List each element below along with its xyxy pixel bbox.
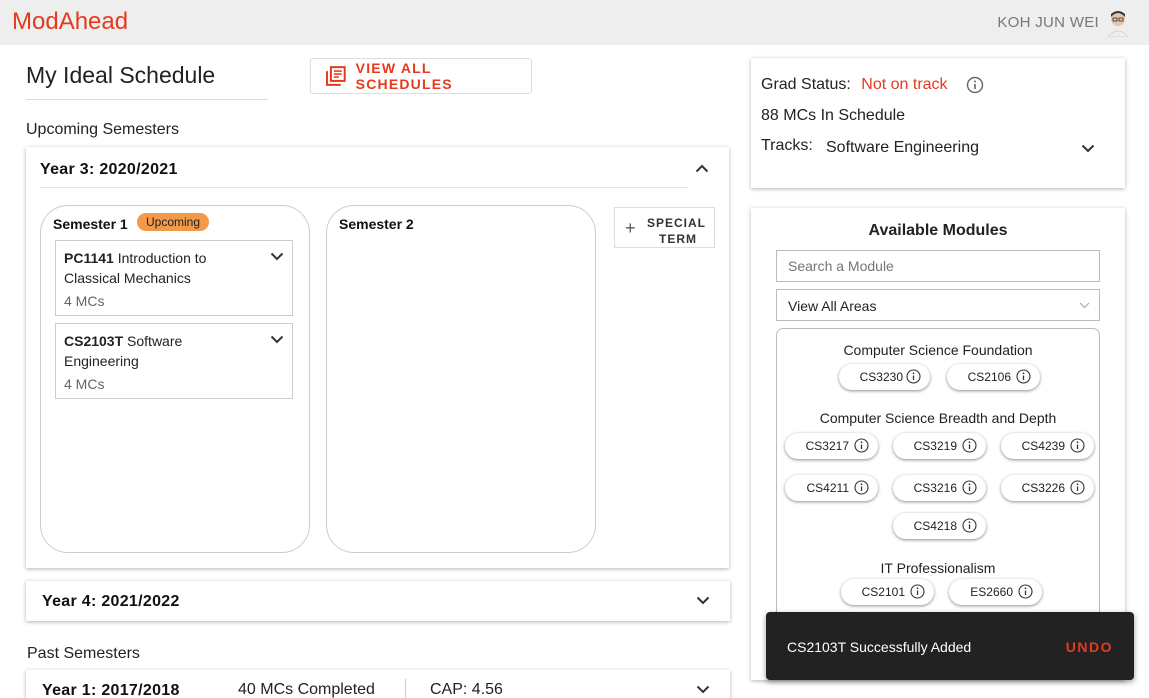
area-title-cs-foundation: Computer Science Foundation [843, 342, 1033, 358]
upcoming-badge: Upcoming [137, 213, 210, 231]
view-all-schedules-label: VIEW ALL SCHEDULES [355, 60, 453, 92]
chevron-down-icon[interactable] [270, 252, 284, 261]
semester-1-title: Semester 1 [53, 216, 128, 232]
user-name[interactable]: KOH JUN WEI [997, 14, 1099, 31]
module-code: PC1141 [64, 250, 114, 266]
track-select[interactable]: Software Engineering [826, 139, 979, 157]
year-1-heading: Year 1: 2017/2018 [42, 682, 180, 698]
chip-code: ES2660 [970, 585, 1013, 599]
special-term-label-line2: TERM [659, 232, 697, 246]
semester-2-box: Semester 2 [326, 205, 596, 553]
year-3-divider [40, 187, 688, 188]
view-all-schedules-button[interactable]: VIEW ALL SCHEDULES [310, 58, 532, 94]
page-title: My Ideal Schedule [26, 62, 216, 88]
info-icon[interactable] [966, 76, 984, 94]
info-icon[interactable] [854, 480, 869, 495]
snackbar: CS2103T Successfully Added UNDO [766, 612, 1134, 680]
year-4-heading: Year 4: 2021/2022 [42, 593, 180, 610]
module-mcs: 4 MCs [64, 376, 105, 392]
semester-1-box: Semester 1 Upcoming PC1141 Introduction … [40, 205, 310, 553]
grad-status-value: Not on track [861, 76, 948, 93]
module-chip-cs3217[interactable]: CS3217 [785, 433, 878, 459]
module-chip-cs3216[interactable]: CS3216 [893, 475, 986, 501]
chevron-down-icon[interactable] [1081, 144, 1095, 153]
chevron-down-icon[interactable] [696, 685, 710, 694]
info-icon[interactable] [962, 518, 977, 533]
module-chip-cs2106[interactable]: CS2106 [947, 364, 1040, 390]
upcoming-semesters-label: Upcoming Semesters [26, 121, 179, 138]
module-code: CS2103T [64, 333, 124, 349]
grad-status-row: Grad Status: Not on track [761, 76, 948, 94]
module-chip-cs4211[interactable]: CS4211 [785, 475, 878, 501]
year-4-panel[interactable]: Year 4: 2021/2022 [26, 581, 730, 621]
available-modules-title: Available Modules [868, 222, 1008, 239]
module-chip-cs2101[interactable]: CS2101 [841, 579, 934, 605]
info-icon[interactable] [1070, 480, 1085, 495]
chip-code: CS2106 [967, 370, 1011, 384]
chevron-up-icon[interactable] [695, 164, 709, 173]
library-books-icon [325, 66, 346, 86]
add-special-term-button[interactable]: + SPECIAL TERM [614, 207, 715, 248]
info-icon[interactable] [962, 438, 977, 453]
dropdown-arrow-icon [1079, 302, 1090, 309]
year-3-heading[interactable]: Year 3: 2020/2021 [40, 161, 178, 179]
module-chip-cs4239[interactable]: CS4239 [1001, 433, 1094, 459]
info-icon[interactable] [1070, 438, 1085, 453]
chip-code: CS3217 [805, 439, 849, 453]
chevron-down-icon[interactable] [270, 335, 284, 344]
plus-icon: + [625, 218, 636, 238]
info-icon[interactable] [906, 369, 921, 384]
module-card-pc1141[interactable]: PC1141 Introduction to Classical Mechani… [55, 240, 293, 316]
mcs-in-schedule: 88 MCs In Schedule [761, 107, 906, 124]
chip-code: CS4218 [913, 519, 957, 533]
chip-code: CS3230 [859, 370, 903, 384]
info-icon[interactable] [854, 438, 869, 453]
info-icon[interactable] [910, 584, 925, 599]
special-term-label-line1: SPECIAL [646, 216, 706, 230]
grad-status-label: Grad Status: [761, 76, 851, 93]
semester-2-title: Semester 2 [339, 216, 414, 232]
area-title-it-professionalism: IT Professionalism [880, 560, 996, 576]
module-title: PC1141 Introduction to Classical Mechani… [64, 248, 254, 288]
snackbar-message: CS2103T Successfully Added [787, 639, 972, 655]
available-modules-list[interactable]: Computer Science Foundation CS3230 CS210… [776, 328, 1100, 628]
top-bar: ModAhead KOH JUN WEI [0, 0, 1149, 45]
chip-code: CS3219 [913, 439, 957, 453]
cap-value: CAP: 4.56 [430, 681, 503, 698]
app-logo[interactable]: ModAhead [12, 8, 128, 36]
area-title-cs-breadth-depth: Computer Science Breadth and Depth [819, 410, 1057, 426]
divider [405, 679, 406, 698]
user-avatar[interactable] [1105, 9, 1131, 37]
info-icon[interactable] [1016, 369, 1031, 384]
area-filter-value: View All Areas [788, 298, 877, 314]
title-divider [26, 99, 268, 100]
module-card-cs2103t[interactable]: CS2103T Software Engineering 4 MCs [55, 323, 293, 399]
module-chip-cs4218[interactable]: CS4218 [893, 513, 986, 539]
module-title: CS2103T Software Engineering [64, 331, 254, 371]
chevron-down-icon[interactable] [696, 596, 710, 605]
tracks-label: Tracks: [761, 137, 813, 154]
area-filter-select[interactable]: View All Areas [776, 289, 1100, 321]
past-semesters-label: Past Semesters [27, 645, 140, 662]
mcs-completed: 40 MCs Completed [238, 681, 375, 698]
module-chip-cs3230[interactable]: CS3230 [839, 364, 930, 390]
undo-button[interactable]: UNDO [1066, 639, 1113, 655]
module-search-input[interactable] [776, 250, 1100, 282]
module-chip-cs3219[interactable]: CS3219 [893, 433, 986, 459]
chip-code: CS4211 [806, 481, 849, 495]
module-chip-es2660[interactable]: ES2660 [949, 579, 1042, 605]
chip-code: CS3216 [913, 481, 957, 495]
chip-code: CS3226 [1021, 481, 1065, 495]
info-icon[interactable] [1018, 584, 1033, 599]
chip-code: CS4239 [1021, 439, 1065, 453]
year-1-panel[interactable]: Year 1: 2017/2018 40 MCs Completed CAP: … [26, 670, 730, 698]
chip-code: CS2101 [861, 585, 905, 599]
module-chip-cs3226[interactable]: CS3226 [1001, 475, 1094, 501]
info-icon[interactable] [962, 480, 977, 495]
module-mcs: 4 MCs [64, 293, 105, 309]
